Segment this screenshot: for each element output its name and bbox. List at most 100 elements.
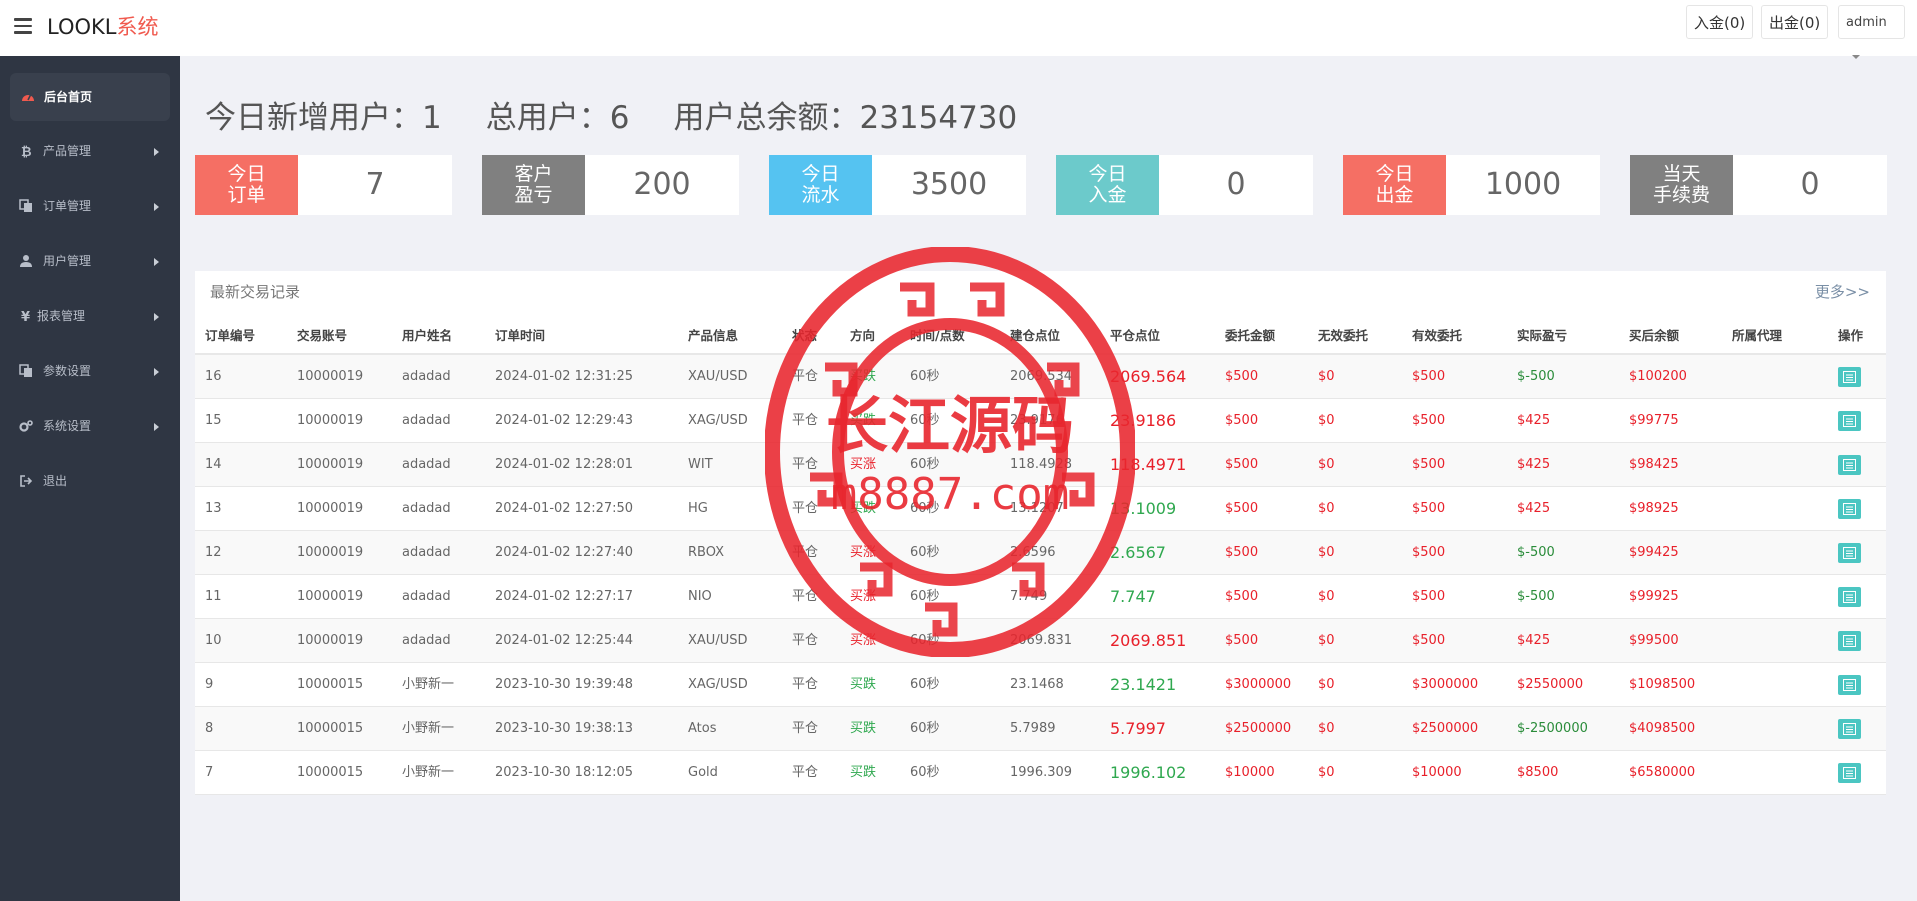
sidebar-item-users[interactable]: 用户管理: [0, 238, 180, 284]
cell-duration: 60秒: [910, 633, 940, 648]
sidebar-item-system-settings[interactable]: 系统设置: [0, 403, 180, 449]
view-detail-button[interactable]: [1838, 455, 1861, 475]
cell-direction: 买涨: [850, 545, 877, 560]
chevron-right-icon: [154, 423, 159, 431]
column-header-duration: 时间/点数: [910, 328, 965, 343]
cell-order-time: 2024-01-02 12:27:40: [495, 545, 634, 560]
cell-direction: 买跌: [850, 677, 877, 692]
table-row: 12 10000019 adadad 2024-01-02 12:27:40 RBOX 平…: [195, 531, 1886, 575]
sidebar-item-label: 用户管理: [43, 254, 92, 268]
cell-status: 平仓: [792, 721, 819, 736]
cell-entrust-amount: $500: [1225, 457, 1259, 472]
bitcoin-icon: ₿: [21, 145, 32, 158]
cell-order-id: 15: [205, 413, 222, 428]
cell-direction: 买跌: [850, 413, 877, 428]
stat-card-value: 3500: [910, 167, 988, 202]
cell-open-price: 23.9176: [1010, 413, 1064, 428]
cell-balance-after: $4098500: [1629, 721, 1696, 736]
cell-open-price: 5.7989: [1010, 721, 1056, 736]
cell-invalid-entrust: $0: [1318, 765, 1335, 780]
more-link[interactable]: 更多>>: [1815, 281, 1870, 302]
cell-entrust-amount: $3000000: [1225, 677, 1292, 692]
view-detail-button[interactable]: [1838, 763, 1861, 783]
cell-balance-after: $1098500: [1629, 677, 1696, 692]
view-detail-button[interactable]: [1838, 587, 1861, 607]
cell-duration: 60秒: [910, 765, 940, 780]
table-row: 8 10000015 小野新一 2023-10-30 19:38:13 Atos 平仓 买跌…: [195, 707, 1886, 751]
new-users-stat: 今日新增用户：1: [205, 100, 442, 136]
column-header-open-price: 建仓点位: [1010, 328, 1061, 343]
list-icon: [1843, 371, 1856, 383]
view-detail-button[interactable]: [1838, 367, 1861, 387]
cell-invalid-entrust: $0: [1318, 677, 1335, 692]
cell-valid-entrust: $500: [1412, 457, 1446, 472]
column-header-product: 产品信息: [688, 328, 739, 343]
cell-order-time: 2024-01-02 12:28:01: [495, 457, 634, 472]
list-icon: [1843, 723, 1856, 735]
cell-product: XAU/USD: [688, 369, 748, 384]
column-header-order-id: 订单编号: [205, 328, 256, 343]
cell-status: 平仓: [792, 413, 819, 428]
stat-card-label: 客户 盈亏: [482, 155, 585, 215]
cell-entrust-amount: $500: [1225, 413, 1259, 428]
table-row: 7 10000015 小野新一 2023-10-30 18:12:05 Gold 平仓 买跌…: [195, 751, 1886, 795]
table-row: 10 10000019 adadad 2024-01-02 12:25:44 XAU/U…: [195, 619, 1886, 663]
view-detail-button[interactable]: [1838, 499, 1861, 519]
sidebar-item-products[interactable]: ₿ 产品管理: [0, 128, 180, 174]
cell-invalid-entrust: $0: [1318, 589, 1335, 604]
sidebar-item-label: 产品管理: [43, 144, 92, 158]
sidebar-item-logout[interactable]: 退出: [0, 458, 180, 504]
stat-card-label: 今日 出金: [1343, 155, 1446, 215]
cell-valid-entrust: $500: [1412, 413, 1446, 428]
cell-status: 平仓: [792, 589, 819, 604]
stat-card-label: 今日 订单: [195, 155, 298, 215]
cell-actual-pnl: $8500: [1517, 765, 1559, 780]
cell-duration: 60秒: [910, 589, 940, 604]
view-detail-button[interactable]: [1838, 719, 1861, 739]
cell-valid-entrust: $500: [1412, 589, 1446, 604]
column-header-close-price: 平仓点位: [1110, 328, 1161, 343]
cell-user-name: adadad: [402, 545, 451, 560]
cell-actual-pnl: $2550000: [1517, 677, 1584, 692]
cell-user-name: adadad: [402, 457, 451, 472]
cell-actual-pnl: $425: [1517, 501, 1551, 516]
column-header-action: 操作: [1838, 328, 1864, 343]
list-icon: [1843, 415, 1856, 427]
cell-duration: 60秒: [910, 457, 940, 472]
cell-user-name: 小野新一: [402, 677, 455, 692]
total-balance-stat: 用户总余额：23154730: [673, 100, 1018, 136]
cell-open-price: 118.4928: [1010, 457, 1073, 472]
stat-card-label: 当天 手续费: [1630, 155, 1733, 215]
chevron-right-icon: [154, 203, 159, 211]
view-detail-button[interactable]: [1838, 631, 1861, 651]
cell-account: 10000019: [297, 501, 364, 516]
stat-card-value: 0: [1800, 167, 1820, 202]
sidebar-item-label: 订单管理: [43, 199, 92, 213]
sidebar-item-dashboard[interactable]: 后台首页: [10, 73, 170, 121]
sidebar-item-orders[interactable]: 订单管理: [0, 183, 180, 229]
admin-menu-button[interactable]: admin: [1838, 5, 1905, 59]
sidebar-item-reports[interactable]: ¥ 报表管理: [0, 293, 180, 339]
view-detail-button[interactable]: [1838, 543, 1861, 563]
cell-product: NIO: [688, 589, 712, 604]
list-icon: [1843, 591, 1856, 603]
cell-open-price: 7.749: [1010, 589, 1048, 604]
menu-toggle-icon[interactable]: [14, 18, 32, 34]
sidebar-item-parameters[interactable]: 参数设置: [0, 348, 180, 394]
cell-product: XAU/USD: [688, 633, 748, 648]
cell-valid-entrust: $500: [1412, 501, 1446, 516]
withdraw-button[interactable]: 出金(0): [1761, 5, 1829, 39]
cell-valid-entrust: $500: [1412, 369, 1446, 384]
deposit-button[interactable]: 入金(0): [1686, 5, 1754, 39]
cell-direction: 买跌: [850, 501, 877, 516]
cell-entrust-amount: $10000: [1225, 765, 1275, 780]
view-detail-button[interactable]: [1838, 675, 1861, 695]
view-detail-button[interactable]: [1838, 411, 1861, 431]
sidebar: 后台首页 ₿ 产品管理 订单管理 用户管理 ¥ 报表管理 参数设置 系统设置 退…: [0, 56, 180, 901]
cell-order-id: 14: [205, 457, 222, 472]
cell-order-time: 2024-01-02 12:27:17: [495, 589, 634, 604]
cell-order-id: 10: [205, 633, 222, 648]
list-icon: [1843, 767, 1856, 779]
cell-order-time: 2024-01-02 12:25:44: [495, 633, 634, 648]
chevron-right-icon: [154, 258, 159, 266]
